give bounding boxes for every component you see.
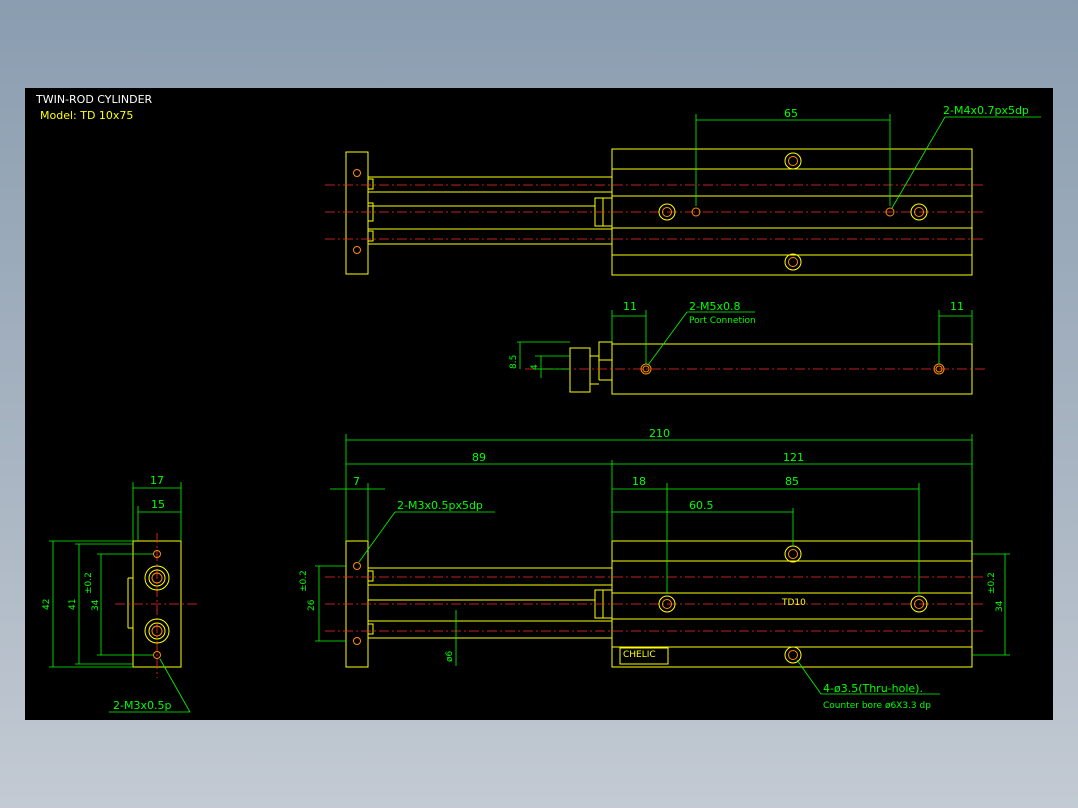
dim-121: 121 — [783, 451, 804, 464]
dim-18: 18 — [632, 475, 646, 488]
dim-60-5: 60.5 — [689, 499, 714, 512]
cad-drawing: TWIN-ROD CYLINDER Model: TD 10x75 65 2-M… — [35, 93, 1041, 713]
dim-dia-6: ø6 — [445, 650, 455, 662]
note-m5-port: 2-M5x0.8 — [689, 300, 740, 313]
dim-34-front: 34 — [995, 600, 1005, 612]
dim-89: 89 — [472, 451, 486, 464]
note-m3-bottom: 2-M3x0.5p — [113, 699, 171, 712]
front-view: TD10 CHELIC 210 89 121 7 18 85 60.5 2-M3… — [299, 427, 1010, 711]
nameplate-text: CHELIC — [623, 650, 656, 660]
end-view: 17 15 42 41 34 ±0.2 2-M3x0.5p — [42, 474, 200, 713]
dim-41: 41 — [68, 599, 78, 610]
dim-8-5: 8.5 — [509, 355, 519, 369]
drawing-model: Model: TD 10x75 — [40, 109, 133, 122]
dim-17: 17 — [150, 474, 164, 487]
note-thru-holes: 4-ø3.5(Thru-hole). — [823, 682, 923, 695]
dim-11-right: 11 — [950, 300, 964, 313]
cad-drawing-canvas: TWIN-ROD CYLINDER Model: TD 10x75 65 2-M… — [25, 88, 1053, 720]
note-m4-tap: 2-M4x0.7px5dp — [943, 104, 1029, 117]
side-view: 11 11 2-M5x0.8 Port Connetion 8.5 4 — [509, 300, 985, 395]
dim-65: 65 — [784, 107, 798, 120]
dim-26: 26 — [307, 599, 317, 611]
label-td10: TD10 — [781, 598, 806, 608]
dim-26-tol: ±0.2 — [299, 570, 309, 592]
dim-34-front-tol: ±0.2 — [987, 572, 997, 594]
dim-85: 85 — [785, 475, 799, 488]
dim-15: 15 — [151, 498, 165, 511]
dim-42: 42 — [42, 599, 52, 610]
dim-210: 210 — [649, 427, 670, 440]
dim-4: 4 — [530, 364, 540, 370]
dim-34-end: 34 — [91, 599, 101, 611]
note-m3-tap: 2-M3x0.5px5dp — [397, 499, 483, 512]
dim-7: 7 — [353, 475, 360, 488]
top-view: 65 2-M4x0.7px5dp — [325, 104, 1041, 276]
note-port-connection: Port Connetion — [689, 316, 756, 326]
note-counter-bore: Counter bore ø6X3.3 dp — [823, 701, 931, 711]
drawing-title: TWIN-ROD CYLINDER — [35, 93, 153, 106]
dim-11-left: 11 — [623, 300, 637, 313]
dim-34-end-tol: ±0.2 — [84, 572, 94, 594]
